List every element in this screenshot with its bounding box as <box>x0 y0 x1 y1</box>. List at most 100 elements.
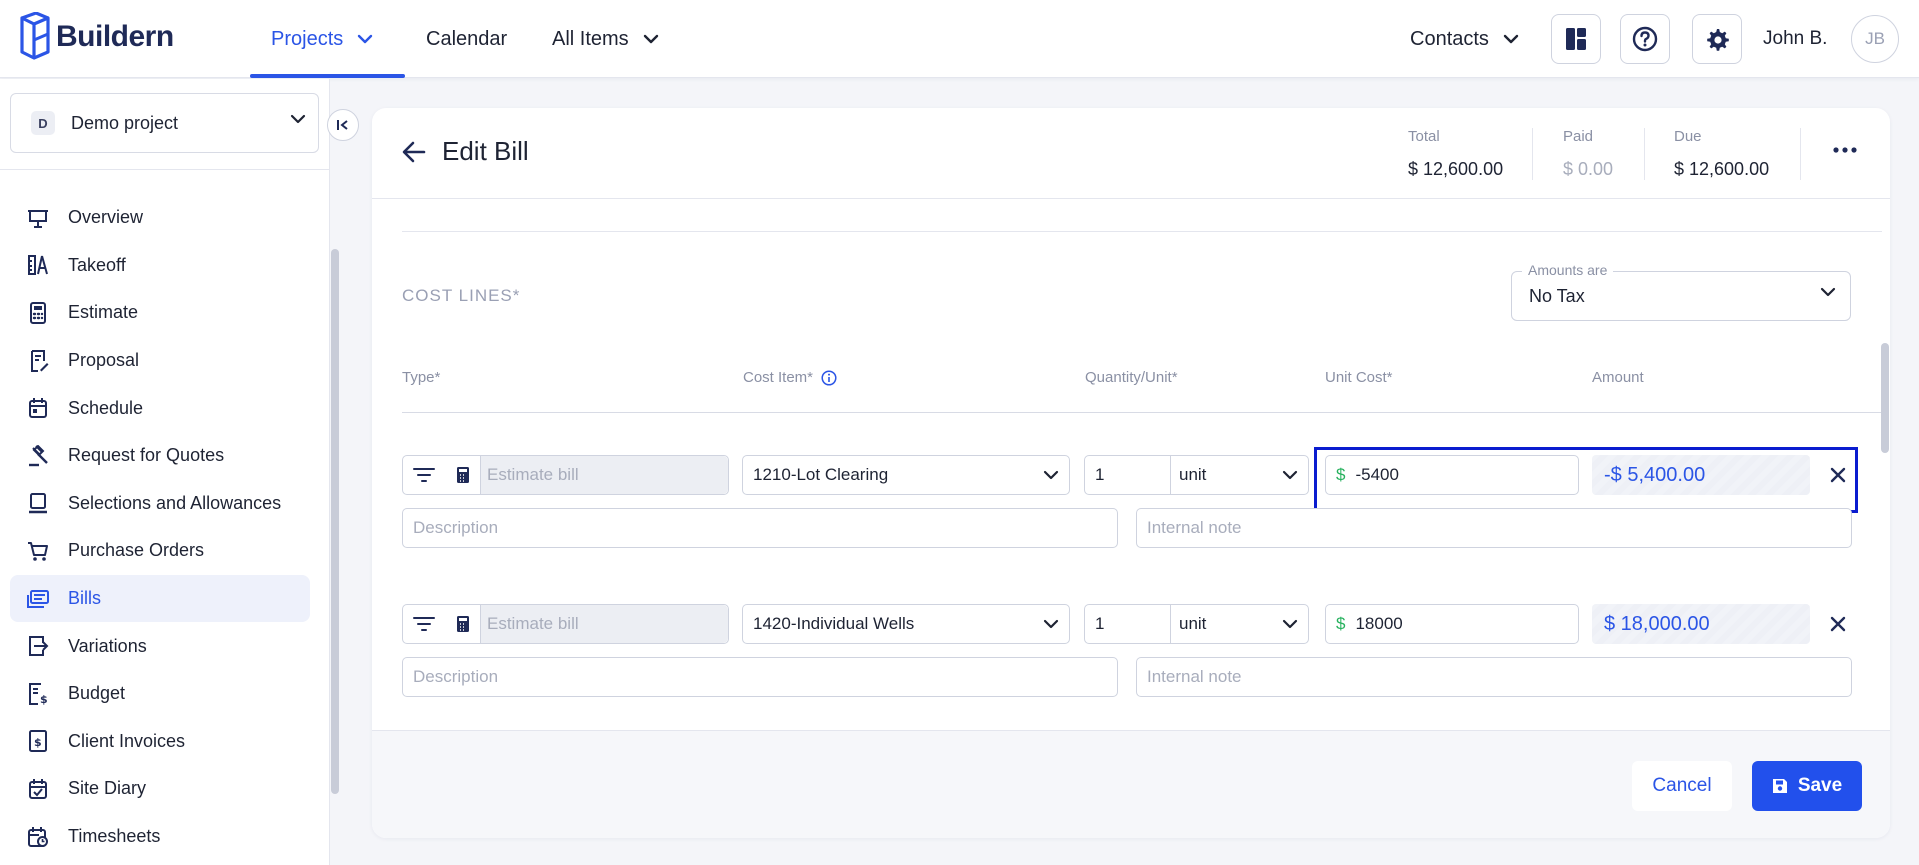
filter-lines-icon[interactable] <box>413 616 436 632</box>
chevron-down-icon <box>1820 287 1836 297</box>
sidebar-scrollbar[interactable] <box>331 249 339 794</box>
sidebar-item-takeoff[interactable]: Takeoff <box>10 242 310 290</box>
sidebar-item-schedule[interactable]: Schedule <box>10 384 310 432</box>
remove-line-button[interactable] <box>1825 611 1851 637</box>
diary-icon <box>26 777 50 801</box>
calculator-icon <box>26 301 50 325</box>
nav-calendar[interactable]: Calendar <box>426 0 507 78</box>
sidebar-item-site-diary[interactable]: Site Diary <box>10 765 310 813</box>
help-button[interactable] <box>1620 14 1670 64</box>
collapse-left-icon <box>337 120 348 130</box>
type-input[interactable]: Estimate bill <box>481 456 728 494</box>
calculator-icon[interactable] <box>456 466 470 484</box>
cost-lines-title: COST LINES* <box>402 286 521 305</box>
chevron-down-icon <box>1043 619 1059 629</box>
budget-icon: $ <box>26 682 50 706</box>
info-icon[interactable] <box>821 369 837 386</box>
settings-button[interactable] <box>1692 14 1742 64</box>
sidebar-item-proposal[interactable]: Proposal <box>10 337 310 385</box>
chevron-down-icon <box>1282 470 1298 480</box>
column-header-unit-cost: Unit Cost* <box>1325 369 1393 386</box>
sidebar-item-overview[interactable]: Overview <box>10 194 310 242</box>
unit-cost-value: 18000 <box>1355 614 1403 633</box>
type-selector[interactable]: Estimate bill <box>402 604 729 644</box>
scrollbar-thumb[interactable] <box>1881 343 1889 453</box>
amounts-are-label: Amounts are <box>1522 262 1614 278</box>
column-header-quantity-unit: Quantity/Unit* <box>1085 369 1178 386</box>
description-input[interactable]: Description <box>402 657 1118 697</box>
amounts-are-select[interactable]: Amounts are No Tax <box>1511 262 1851 321</box>
sidebar-item-bills[interactable]: Bills <box>10 574 310 623</box>
currency-symbol: $ <box>1336 614 1346 633</box>
due-value: $ 12,600.00 <box>1674 159 1770 179</box>
sidebar-item-label: Estimate <box>68 302 139 323</box>
summary-paid: Paid $ 0.00 <box>1563 128 1613 180</box>
presentation-board-icon <box>26 206 50 230</box>
quantity-input[interactable]: 1 <box>1085 456 1171 494</box>
unit-select[interactable]: unit <box>1171 465 1206 485</box>
sidebar-item-request-for-quotes[interactable]: Request for Quotes <box>10 432 310 480</box>
project-selector[interactable]: D Demo project <box>10 93 319 153</box>
type-selector[interactable]: Estimate bill <box>402 455 729 495</box>
more-options-icon[interactable] <box>1832 140 1858 160</box>
nav-projects[interactable]: Projects <box>271 0 373 78</box>
nav-all-items-label: All Items <box>552 27 629 50</box>
nav-contacts[interactable]: Contacts <box>1410 0 1519 78</box>
timesheet-icon <box>26 825 50 849</box>
floppy-disk-icon <box>1772 778 1788 794</box>
unit-select[interactable]: unit <box>1171 614 1206 634</box>
description-input[interactable]: Description <box>402 508 1118 548</box>
sidebar-item-client-invoices[interactable]: $ Client Invoices <box>10 718 310 766</box>
quantity-input[interactable]: 1 <box>1085 605 1171 643</box>
sidebar-divider <box>0 169 330 170</box>
sidebar-item-budget[interactable]: $ Budget <box>10 670 310 718</box>
cost-item-select[interactable]: 1210-Lot Clearing <box>742 455 1070 495</box>
top-navigation-bar: Buildern Projects Calendar All Items Con… <box>0 0 1919 78</box>
sidebar-menu: Overview Takeoff Estimate Proposal Sched… <box>10 194 310 860</box>
type-icons <box>403 605 481 643</box>
internal-note-input[interactable]: Internal note <box>1136 657 1852 697</box>
quantity-unit-field[interactable]: 1 unit <box>1084 604 1309 644</box>
summary-total: Total $ 12,600.00 <box>1408 128 1503 180</box>
content-scrollbar[interactable] <box>1880 203 1890 723</box>
sidebar-item-estimate[interactable]: Estimate <box>10 289 310 337</box>
buildern-logo-icon <box>20 12 50 60</box>
nav-all-items[interactable]: All Items <box>552 0 659 78</box>
sidebar-item-label: Request for Quotes <box>68 445 225 466</box>
avatar[interactable]: JB <box>1851 15 1899 63</box>
calculator-icon[interactable] <box>456 615 470 633</box>
nav-calendar-label: Calendar <box>426 27 508 50</box>
sidebar-item-timesheets[interactable]: Timesheets <box>10 813 310 861</box>
dashboard-layout-button[interactable] <box>1551 14 1601 64</box>
arrow-left-icon[interactable] <box>402 141 426 163</box>
ruler-compass-icon <box>26 253 50 277</box>
type-input[interactable]: Estimate bill <box>481 605 728 643</box>
project-badge: D <box>31 111 55 135</box>
card-footer: Cancel Save <box>372 730 1890 838</box>
buildern-logo[interactable]: Buildern <box>18 12 174 62</box>
column-header-divider <box>402 412 1882 413</box>
filter-lines-icon[interactable] <box>413 467 436 483</box>
quantity-unit-field[interactable]: 1 unit <box>1084 455 1309 495</box>
card-header: Edit Bill Total $ 12,600.00 Paid $ 0.00 … <box>372 108 1890 199</box>
summary-divider <box>1644 128 1645 180</box>
sidebar-item-selections-and-allowances[interactable]: Selections and Allowances <box>10 480 310 528</box>
cancel-button[interactable]: Cancel <box>1632 761 1732 811</box>
cost-item-select[interactable]: 1420-Individual Wells <box>742 604 1070 644</box>
summary-divider <box>1800 128 1801 180</box>
collapse-sidebar-button[interactable] <box>327 109 359 141</box>
save-button[interactable]: Save <box>1752 761 1862 811</box>
sidebar-item-label: Timesheets <box>68 826 161 847</box>
sidebar-item-label: Selections and Allowances <box>68 492 282 513</box>
sidebar-item-variations[interactable]: Variations <box>10 622 310 670</box>
cost-item-value: 1210-Lot Clearing <box>753 465 889 484</box>
user-name[interactable]: John B. <box>1763 0 1827 78</box>
focused-cost-highlight <box>1314 447 1858 513</box>
unit-cost-input[interactable]: $ 18000 <box>1325 604 1579 644</box>
sidebar-item-purchase-orders[interactable]: Purchase Orders <box>10 527 310 575</box>
amounts-are-value: No Tax <box>1529 286 1585 306</box>
layout-grid-icon <box>1566 28 1586 50</box>
total-value: $ 12,600.00 <box>1408 159 1504 179</box>
internal-note-input[interactable]: Internal note <box>1136 508 1852 548</box>
cart-icon <box>26 539 50 563</box>
